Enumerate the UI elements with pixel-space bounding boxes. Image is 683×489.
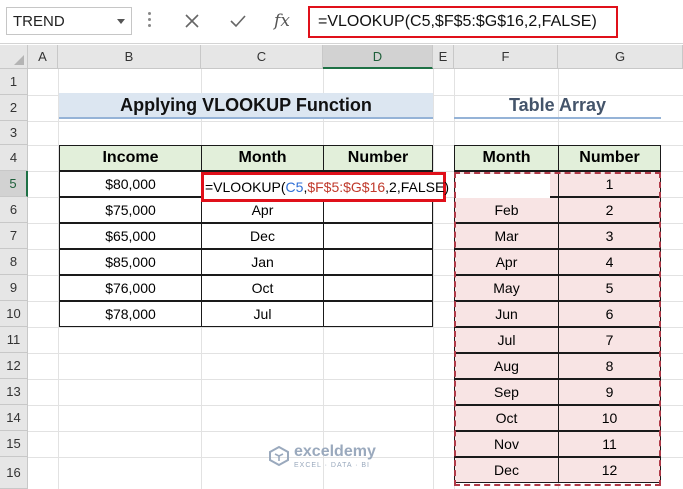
insert-function-icon[interactable]: fx: [268, 8, 296, 34]
formula-suffix: ,2,FALSE): [385, 179, 449, 195]
checkmark-icon[interactable]: [224, 8, 252, 34]
lookup-month-cell[interactable]: Apr: [454, 249, 559, 275]
gridline: [28, 121, 683, 122]
column-header-d[interactable]: D: [323, 45, 433, 69]
f5-cell-overlay: [456, 174, 550, 198]
column-header-e[interactable]: E: [433, 45, 454, 69]
number-cell[interactable]: [323, 223, 433, 249]
row-header-11[interactable]: 11: [0, 327, 28, 353]
row-header-4[interactable]: 4: [0, 145, 28, 171]
lookup-month-cell[interactable]: Sep: [454, 379, 559, 405]
gridline: [433, 69, 434, 489]
row-header-9[interactable]: 9: [0, 275, 28, 301]
lookup-number-cell[interactable]: 3: [558, 223, 661, 249]
column-header-c[interactable]: C: [201, 45, 323, 69]
income-cell[interactable]: $78,000: [59, 301, 202, 327]
table-array-title: Table Array: [454, 93, 661, 119]
row-header-15[interactable]: 15: [0, 431, 28, 457]
row-header-7[interactable]: 7: [0, 223, 28, 249]
lookup-header-month[interactable]: Month: [454, 145, 559, 171]
watermark-name: exceldemy: [294, 443, 376, 460]
lookup-header-number[interactable]: Number: [558, 145, 661, 171]
formula-input[interactable]: =VLOOKUP(C5,$F$5:$G$16,2,FALSE): [308, 6, 618, 38]
formula-ref-table-array: $F$5:$G$16: [307, 179, 386, 195]
formula-text: =VLOOKUP(C5,$F$5:$G$16,2,FALSE): [318, 13, 597, 30]
lookup-month-cell[interactable]: Jun: [454, 301, 559, 327]
lookup-number-cell[interactable]: 12: [558, 457, 661, 483]
name-box[interactable]: TREND: [6, 7, 132, 35]
lookup-month-cell[interactable]: Nov: [454, 431, 559, 457]
header-income[interactable]: Income: [59, 145, 202, 171]
number-cell[interactable]: [323, 275, 433, 301]
watermark: exceldemy EXCEL · DATA · BI: [268, 441, 428, 475]
active-cell-editor[interactable]: =VLOOKUP(C5, $F$5:$G$16,2,FALSE): [201, 172, 449, 202]
select-all-corner[interactable]: [0, 45, 28, 69]
lookup-month-cell[interactable]: Aug: [454, 353, 559, 379]
name-box-value: TREND: [13, 13, 65, 30]
column-header-b[interactable]: B: [58, 45, 201, 69]
number-cell[interactable]: [323, 301, 433, 327]
lookup-number-cell[interactable]: 7: [558, 327, 661, 353]
income-cell[interactable]: $75,000: [59, 197, 202, 223]
exceldemy-logo-icon: [269, 445, 289, 467]
formula-bar-area: TREND fx =VLOOKUP(C5,$F$5:$G$16,2,FALSE): [0, 0, 683, 44]
watermark-tagline: EXCEL · DATA · BI: [294, 462, 370, 469]
lookup-month-cell[interactable]: Mar: [454, 223, 559, 249]
lookup-number-cell[interactable]: 1: [558, 171, 661, 197]
row-header-8[interactable]: 8: [0, 249, 28, 275]
lookup-month-cell[interactable]: Dec: [454, 457, 559, 483]
lookup-number-cell[interactable]: 4: [558, 249, 661, 275]
row-header-13[interactable]: 13: [0, 379, 28, 405]
fx-label: fx: [274, 11, 290, 31]
row-header-14[interactable]: 14: [0, 405, 28, 431]
chevron-down-icon[interactable]: [117, 19, 125, 24]
worksheet: A B C D E F G 1 2 3 4 5 6 7 8 9 10 11 12…: [0, 45, 683, 489]
lookup-month-cell[interactable]: Feb: [454, 197, 559, 223]
formula-prefix: =VLOOKUP(: [205, 179, 286, 195]
cancel-icon[interactable]: [178, 8, 206, 34]
header-number[interactable]: Number: [323, 145, 433, 171]
row-header-10[interactable]: 10: [0, 301, 28, 327]
lookup-month-cell[interactable]: May: [454, 275, 559, 301]
row-header-2[interactable]: 2: [0, 95, 28, 121]
number-cell[interactable]: [323, 249, 433, 275]
month-cell[interactable]: Oct: [201, 275, 324, 301]
row-header-6[interactable]: 6: [0, 197, 28, 223]
income-cell[interactable]: $76,000: [59, 275, 202, 301]
lookup-number-cell[interactable]: 2: [558, 197, 661, 223]
more-options-icon[interactable]: [148, 12, 152, 30]
lookup-number-cell[interactable]: 6: [558, 301, 661, 327]
column-header-g[interactable]: G: [558, 45, 683, 69]
lookup-month-cell[interactable]: Oct: [454, 405, 559, 431]
lookup-number-cell[interactable]: 11: [558, 431, 661, 457]
column-header-f[interactable]: F: [454, 45, 558, 69]
row-header-3[interactable]: 3: [0, 121, 28, 145]
lookup-number-cell[interactable]: 5: [558, 275, 661, 301]
lookup-number-cell[interactable]: 10: [558, 405, 661, 431]
month-cell[interactable]: Dec: [201, 223, 324, 249]
row-header-5[interactable]: 5: [0, 171, 28, 197]
income-cell[interactable]: $85,000: [59, 249, 202, 275]
lookup-month-cell[interactable]: Jul: [454, 327, 559, 353]
row-header-16[interactable]: 16: [0, 457, 28, 489]
lookup-number-cell[interactable]: 9: [558, 379, 661, 405]
row-header-1[interactable]: 1: [0, 69, 28, 95]
formula-ref-lookup-value: C5: [285, 179, 304, 195]
income-cell[interactable]: $80,000: [59, 171, 202, 197]
month-cell[interactable]: Jan: [201, 249, 324, 275]
column-header-a[interactable]: A: [28, 45, 58, 69]
row-header-12[interactable]: 12: [0, 353, 28, 379]
header-month[interactable]: Month: [201, 145, 324, 171]
income-cell[interactable]: $65,000: [59, 223, 202, 249]
month-cell[interactable]: Jul: [201, 301, 324, 327]
vlookup-section-title: Applying VLOOKUP Function: [59, 93, 433, 119]
lookup-number-cell[interactable]: 8: [558, 353, 661, 379]
